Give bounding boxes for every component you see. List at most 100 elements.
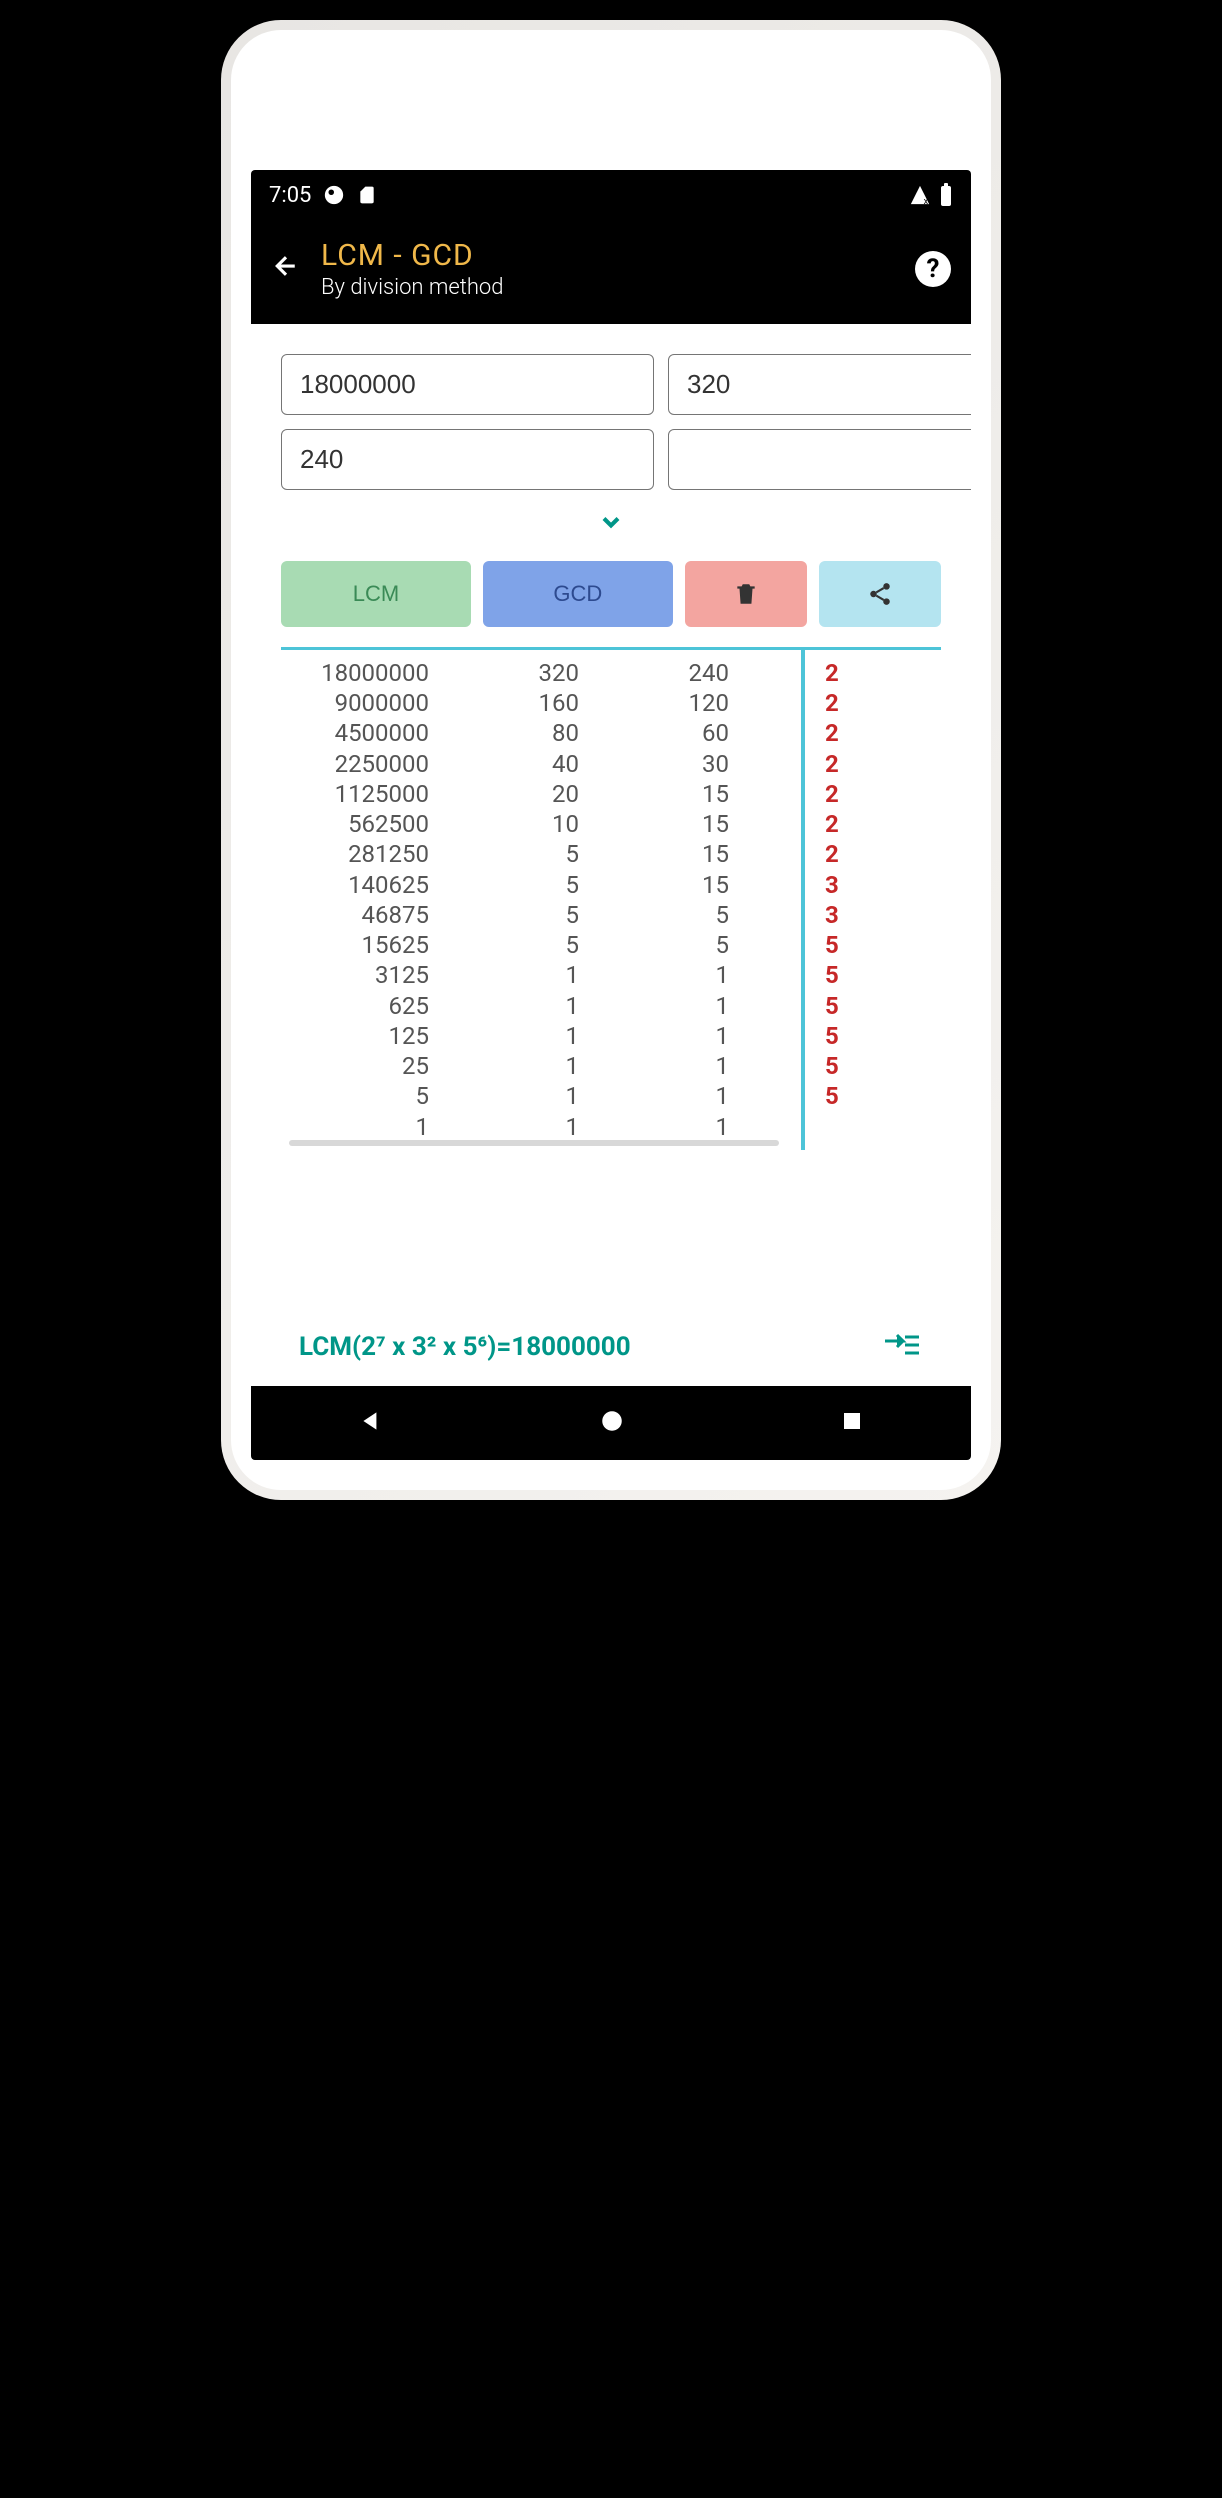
help-button[interactable]: ? <box>915 251 951 287</box>
table-cell: 1 <box>716 1112 730 1142</box>
table-cell: 5 <box>566 870 580 900</box>
table-cell: 1 <box>566 1051 580 1081</box>
trash-icon <box>733 581 759 607</box>
table-cell: 80 <box>552 718 579 748</box>
table-cell: 5 <box>825 1051 839 1081</box>
table-cell: 1125000 <box>335 779 429 809</box>
status-left: 7:05 <box>269 183 377 208</box>
app-title: LCM - GCD <box>321 238 895 273</box>
delete-button[interactable] <box>685 561 807 627</box>
sd-card-icon <box>357 184 377 206</box>
table-cell: 281250 <box>348 839 429 869</box>
table-cell: 2 <box>825 658 839 688</box>
app-bar: LCM - GCD By division method ? <box>251 220 971 324</box>
input-b[interactable] <box>668 354 971 415</box>
nav-bar <box>251 1386 971 1460</box>
status-bar: 7:05 x <box>251 170 971 220</box>
table-cell: 1 <box>566 991 580 1021</box>
quotients-panel[interactable]: 1800000090000004500000225000011250005625… <box>281 650 801 1150</box>
table-cell: 2 <box>825 718 839 748</box>
table-cell: 1 <box>566 1112 580 1142</box>
share-button[interactable] <box>819 561 941 627</box>
back-button[interactable] <box>271 248 301 290</box>
result-bar: LCM(2⁷ x 3² x 5⁶)=18000000 <box>281 1330 941 1376</box>
lcm-button[interactable]: LCM <box>281 561 471 627</box>
nav-recent[interactable] <box>840 1409 864 1437</box>
nav-home[interactable] <box>599 1408 625 1438</box>
table-cell: 2 <box>825 839 839 869</box>
quotient-col-3: 24012060301515151555111111 <box>629 658 729 1142</box>
table-cell: 3 <box>825 900 839 930</box>
table-cell: 25 <box>402 1051 429 1081</box>
table-cell: 15 <box>702 870 729 900</box>
table-cell: 60 <box>702 718 729 748</box>
table-cell: 15 <box>702 779 729 809</box>
table-cell: 5 <box>566 900 580 930</box>
table-cell: 5 <box>566 839 580 869</box>
table-cell: 562500 <box>348 809 429 839</box>
nav-back[interactable] <box>358 1408 384 1438</box>
table-cell: 4500000 <box>335 718 429 748</box>
table-cell: 18000000 <box>321 658 429 688</box>
table-cell: 15625 <box>362 930 429 960</box>
quotient-col-2: 320160804020105555111111 <box>479 658 579 1142</box>
table-cell: 5 <box>716 930 730 960</box>
table-cell: 1 <box>716 960 730 990</box>
status-right: x <box>909 183 953 207</box>
input-c[interactable] <box>281 429 654 490</box>
table-cell: 5 <box>825 1081 839 1111</box>
table-cell: 2 <box>825 809 839 839</box>
table-cell: 625 <box>389 991 429 1021</box>
table-cell: 5 <box>825 991 839 1021</box>
signal-icon: x <box>909 184 931 206</box>
table-cell: 46875 <box>362 900 429 930</box>
input-a[interactable] <box>281 354 654 415</box>
result-text: LCM(2⁷ x 3² x 5⁶)=18000000 <box>299 1332 631 1362</box>
table-cell: 1 <box>716 991 730 1021</box>
status-time: 7:05 <box>269 183 311 208</box>
table-cell: 5 <box>825 1021 839 1051</box>
battery-icon <box>939 183 953 207</box>
input-d[interactable] <box>668 429 971 490</box>
table-cell: 20 <box>552 779 579 809</box>
table-cell: 125 <box>389 1021 429 1051</box>
divisors-col: 222222233555555 <box>801 650 941 1150</box>
table-cell: 1 <box>566 1021 580 1051</box>
table-cell: 3125 <box>375 960 429 990</box>
table-cell: 160 <box>539 688 579 718</box>
table-cell: 120 <box>689 688 729 718</box>
table-cell: 5 <box>566 930 580 960</box>
table-cell: 15 <box>702 839 729 869</box>
expand-row <box>281 490 941 553</box>
table-cell: 140625 <box>348 870 429 900</box>
table-cell: 240 <box>689 658 729 688</box>
table-cell: 10 <box>552 809 579 839</box>
table-cell: 1 <box>566 1081 580 1111</box>
app-indicator-icon <box>323 184 345 206</box>
table-cell: 1 <box>566 960 580 990</box>
gcd-button[interactable]: GCD <box>483 561 673 627</box>
table-cell: 9000000 <box>335 688 429 718</box>
quotient-col-1: 1800000090000004500000225000011250005625… <box>289 658 429 1142</box>
table-cell: 5 <box>825 930 839 960</box>
table-cell: 5 <box>716 900 730 930</box>
button-row: LCM GCD <box>281 561 941 639</box>
table-cell: 5 <box>825 960 839 990</box>
table-cell: 1 <box>716 1021 730 1051</box>
table-cell: 30 <box>702 749 729 779</box>
app-screen: 7:05 x <box>251 170 971 1460</box>
table-cell: 1 <box>716 1081 730 1111</box>
phone-frame: 7:05 x <box>221 20 1001 1500</box>
share-icon <box>867 581 893 607</box>
table-cell: 1 <box>416 1112 430 1142</box>
table-cell: 2 <box>825 688 839 718</box>
table-cell: 3 <box>825 870 839 900</box>
table-cell: 5 <box>416 1081 430 1111</box>
chevron-down-icon[interactable] <box>597 510 625 543</box>
division-table: 1800000090000004500000225000011250005625… <box>281 647 941 1150</box>
transfer-icon[interactable] <box>883 1330 923 1364</box>
table-cell: 40 <box>552 749 579 779</box>
input-grid <box>281 354 941 490</box>
table-cell: 320 <box>539 658 579 688</box>
table-cell: 15 <box>702 809 729 839</box>
